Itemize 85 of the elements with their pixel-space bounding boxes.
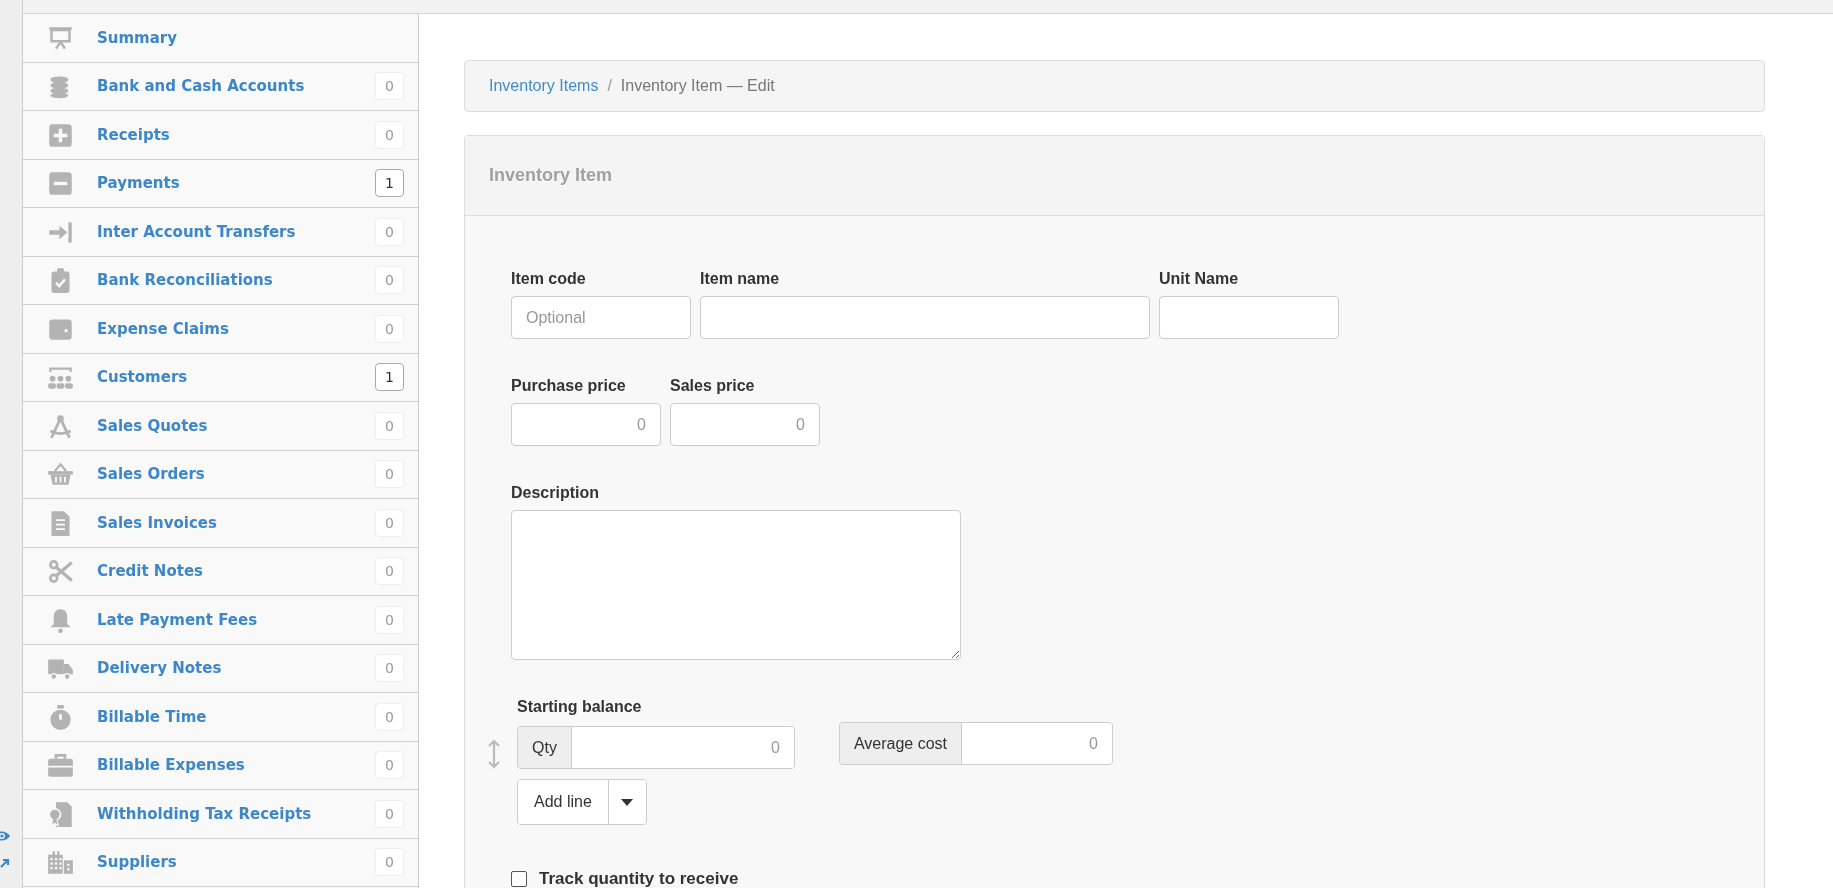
checkbox[interactable] xyxy=(511,871,527,887)
dropdown-button[interactable] xyxy=(607,780,646,824)
count-badge: 0 xyxy=(375,72,404,101)
count-badge: 0 xyxy=(375,751,404,780)
sidebar-item[interactable]: Billable Expenses 0 xyxy=(23,741,418,790)
sidebar-item-label[interactable]: Sales Invoices xyxy=(97,513,375,532)
field-label: Starting balance xyxy=(517,698,643,716)
sidebar-item-label[interactable]: Credit Notes xyxy=(97,562,375,581)
panel-title: Inventory Item xyxy=(489,165,613,186)
sales-price-field[interactable]: 0 xyxy=(670,403,820,446)
sidebar-item[interactable]: Credit Notes 0 xyxy=(23,547,418,596)
sidebar-item[interactable]: Receipts 0 xyxy=(23,111,418,160)
sidebar-item-label[interactable]: Billable Expenses xyxy=(97,756,375,775)
people-icon xyxy=(46,364,74,392)
sidebar-item[interactable]: Bank and Cash Accounts 0 xyxy=(23,62,418,111)
sidebar-item-label[interactable]: Sales Orders xyxy=(97,465,375,484)
sidebar-item[interactable]: Withholding Tax Receipts 0 xyxy=(23,790,418,839)
sidebar-item-label[interactable]: Customers xyxy=(97,368,375,387)
sidebar-item-label[interactable]: Billable Time xyxy=(97,707,375,726)
minus-square-icon xyxy=(46,170,74,198)
count-badge: 0 xyxy=(375,799,404,828)
sidebar-item[interactable]: Sales Orders 0 xyxy=(23,450,418,499)
sidebar-item[interactable]: Summary xyxy=(23,14,418,63)
plus-square-icon xyxy=(46,121,74,149)
arrow-icon[interactable] xyxy=(0,858,10,868)
sidebar-item-label[interactable]: Late Payment Fees xyxy=(97,610,375,629)
sidebar-item-label[interactable]: Bank and Cash Accounts xyxy=(97,77,375,96)
scissors-icon xyxy=(46,558,74,586)
count-badge: 0 xyxy=(375,266,404,295)
count-badge: 0 xyxy=(375,557,404,586)
sidebar-item[interactable]: Late Payment Fees 0 xyxy=(23,596,418,645)
field-label: Description xyxy=(511,484,600,502)
sidebar-item-label[interactable]: Receipts xyxy=(97,125,375,144)
sidebar-item[interactable]: Inter Account Transfers 0 xyxy=(23,208,418,257)
field-label: Item code xyxy=(511,270,587,288)
count-badge: 0 xyxy=(375,411,404,440)
sidebar-item[interactable]: Sales Invoices 0 xyxy=(23,499,418,548)
sidebar-item-label[interactable]: Bank Reconciliations xyxy=(97,271,375,290)
field-label: Item name xyxy=(700,270,781,288)
count-badge: 0 xyxy=(375,508,404,537)
sidebar-item-label[interactable]: Withholding Tax Receipts xyxy=(97,804,375,823)
count-badge: 0 xyxy=(375,460,404,489)
sidebar-item[interactable]: Sales Quotes 0 xyxy=(23,402,418,451)
building-icon xyxy=(46,849,74,877)
description-field[interactable] xyxy=(511,510,961,660)
field-label: Purchase price xyxy=(511,377,627,395)
sidebar-item-label[interactable]: Payments xyxy=(97,174,375,193)
sidebar-item[interactable]: Billable Time 0 xyxy=(23,693,418,742)
count-badge: 1 xyxy=(375,363,404,392)
briefcase-icon xyxy=(46,752,74,780)
sidebar-item-label[interactable]: Suppliers xyxy=(97,853,375,872)
breadcrumb-current: Inventory Item — Edit xyxy=(620,77,775,95)
count-badge: 0 xyxy=(375,702,404,731)
sidebar-item-label[interactable]: Sales Quotes xyxy=(97,416,375,435)
count-badge: 0 xyxy=(375,848,404,877)
unit-name-field[interactable] xyxy=(1159,296,1339,339)
count-badge: 0 xyxy=(375,654,404,683)
count-badge: 0 xyxy=(375,120,404,149)
sidebar-item[interactable]: Delivery Notes 0 xyxy=(23,644,418,693)
field-label: Sales price xyxy=(670,377,756,395)
caret-icon xyxy=(621,798,634,806)
sidebar-item[interactable]: Bank Reconciliations 0 xyxy=(23,256,418,305)
breadcrumb-separator: / xyxy=(607,77,612,95)
sidebar-item[interactable]: Expense Claims 0 xyxy=(23,305,418,354)
sidebar-item[interactable]: Payments 1 xyxy=(23,159,418,208)
sidebar-item-label[interactable]: Expense Claims xyxy=(97,319,375,338)
easel-icon xyxy=(46,24,74,52)
item-name-field[interactable] xyxy=(700,296,1150,339)
sidebar-item-label[interactable]: Summary xyxy=(97,28,404,47)
breadcrumb-link[interactable]: Inventory Items xyxy=(489,77,599,95)
count-badge: 0 xyxy=(375,314,404,343)
count-badge: 0 xyxy=(375,605,404,634)
sidebar-item-label[interactable]: Inter Account Transfers xyxy=(97,222,375,241)
resize-vertical-icon[interactable] xyxy=(488,739,500,769)
count-badge: 1 xyxy=(375,169,404,198)
average-cost-field[interactable]: Average cost 0 xyxy=(838,722,1113,765)
checkbox-label[interactable]: Track quantity to receive xyxy=(539,869,739,888)
sidebar-item[interactable]: Suppliers 0 xyxy=(23,838,418,887)
sidebar-item[interactable]: Customers 1 xyxy=(23,353,418,402)
purchase-price-field[interactable]: 0 xyxy=(511,403,661,446)
count-badge: 0 xyxy=(375,217,404,246)
qty-field[interactable]: Qty 0 xyxy=(517,726,795,769)
item-code-field[interactable]: Optional xyxy=(511,296,691,339)
sidebar-item-label[interactable]: Delivery Notes xyxy=(97,659,375,678)
field-label: Unit Name xyxy=(1159,270,1240,288)
